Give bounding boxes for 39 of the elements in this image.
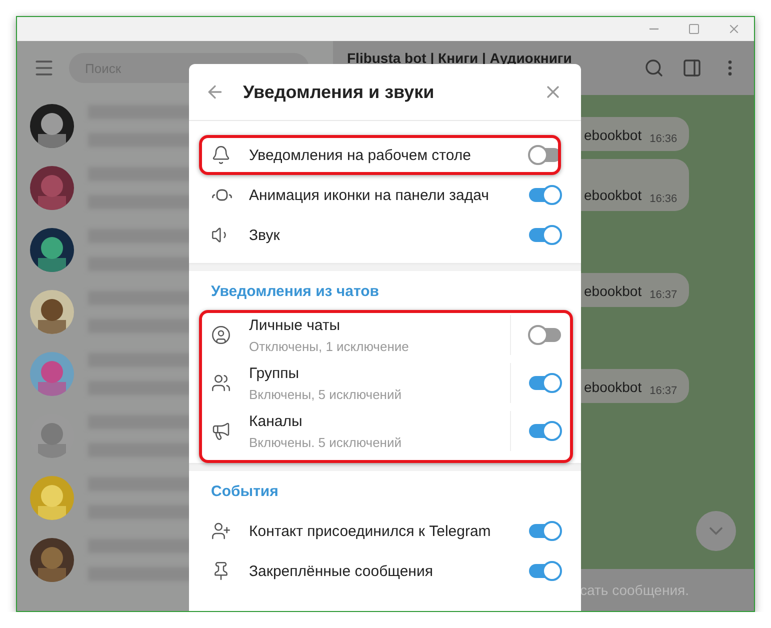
animation-icon xyxy=(211,187,233,203)
setting-label: Звук xyxy=(249,226,281,244)
setting-label: Личные чаты xyxy=(249,316,342,334)
toggle-switch[interactable] xyxy=(529,328,561,342)
toggle-switch[interactable] xyxy=(529,228,561,242)
dialog-title: Уведомления и звуки xyxy=(243,82,436,102)
panel-icon[interactable] xyxy=(682,58,702,78)
setting-label: Каналы xyxy=(249,412,304,430)
section-title: События xyxy=(210,482,280,502)
toggle-switch[interactable] xyxy=(529,524,561,538)
setting-label: Уведомления на рабочем столе xyxy=(249,146,472,164)
setting-status: Включены. 5 исключений xyxy=(249,434,402,450)
setting-label: Группы xyxy=(249,364,300,382)
setting-label: Контакт присоединился к Telegram xyxy=(249,522,492,540)
message-time: 16:36 xyxy=(650,193,678,205)
message-text: ebookbot xyxy=(584,127,642,143)
search-icon[interactable] xyxy=(644,58,664,78)
setting-status: Включены, 5 исключений xyxy=(249,386,402,402)
setting-label: Анимация иконки на панели задач xyxy=(249,186,490,204)
message-time: 16:37 xyxy=(650,289,678,301)
bell-icon xyxy=(211,145,231,165)
setting-status: Отключены, 1 исключение xyxy=(249,338,410,354)
message-time: 16:36 xyxy=(650,133,678,145)
close-icon xyxy=(727,22,741,36)
message-text: ebookbot xyxy=(584,379,642,395)
user-plus-icon xyxy=(211,521,231,541)
toggle-switch[interactable] xyxy=(529,564,561,578)
group-icon xyxy=(211,373,231,393)
user-icon xyxy=(211,325,231,345)
setting-label: Закреплённые сообщения xyxy=(249,562,434,580)
toggle-switch[interactable] xyxy=(529,424,561,438)
section-title: Уведомления из чатов xyxy=(210,282,380,302)
toggle-switch[interactable] xyxy=(529,376,561,390)
megaphone-icon xyxy=(211,421,231,441)
toggle-switch[interactable] xyxy=(529,188,561,202)
message-text: ebookbot xyxy=(584,283,642,299)
message-time: 16:37 xyxy=(650,385,678,397)
message-text: ebookbot xyxy=(584,187,642,203)
maximize-icon xyxy=(688,23,700,35)
